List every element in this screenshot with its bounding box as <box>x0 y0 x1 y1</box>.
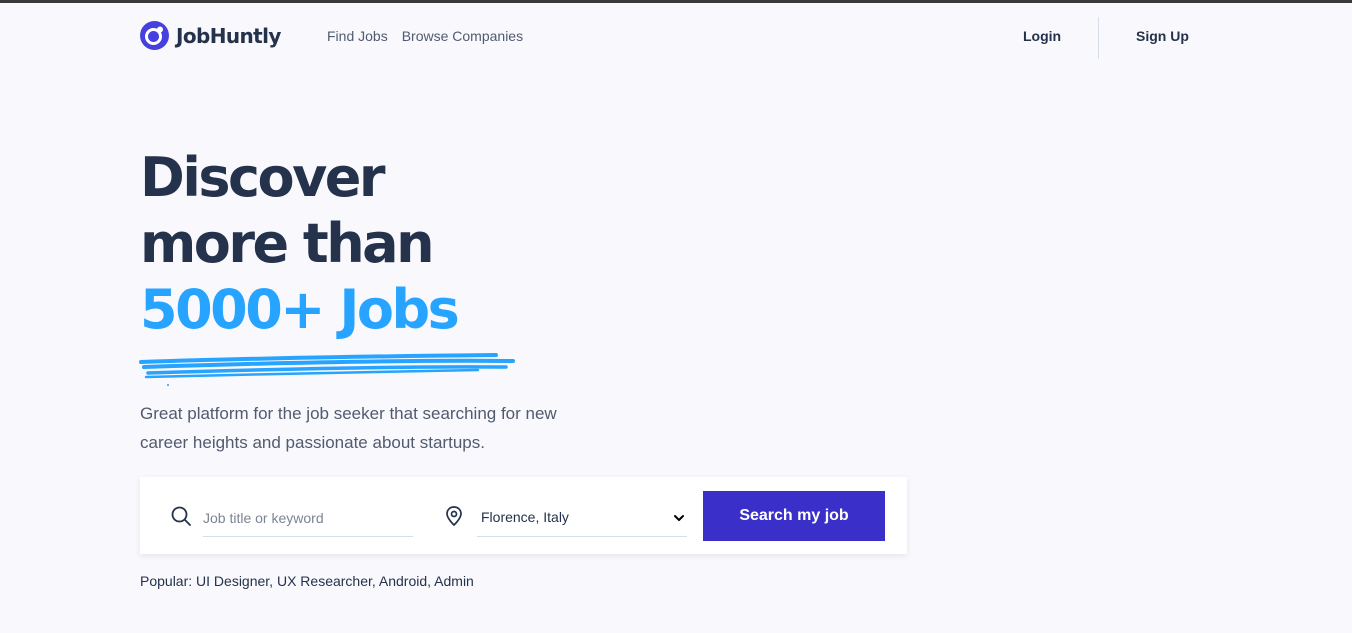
brand-name: JobHuntly <box>176 23 281 48</box>
location-select[interactable]: Florence, Italy <box>477 500 687 537</box>
brand-logo[interactable]: JobHuntly <box>140 21 281 50</box>
headline-line-2: more than <box>140 212 435 275</box>
search-jobs-button[interactable]: Search my job <box>703 491 885 541</box>
search-icon <box>171 506 191 526</box>
chevron-down-icon <box>674 515 684 521</box>
job-search-box: Florence, Italy Search my job <box>140 477 907 554</box>
nav-find-jobs-link[interactable]: Find Jobs <box>327 28 388 44</box>
top-navigation: JobHuntly Find Jobs Browse Companies Log… <box>140 3 1190 73</box>
login-button[interactable]: Login <box>1023 28 1061 44</box>
job-keyword-input[interactable] <box>203 500 413 537</box>
hero-headline: Discover more than 5000+ Jobs <box>140 145 460 343</box>
hero-section: Discover more than 5000+ Jobs <box>140 145 460 343</box>
signup-button[interactable]: Sign Up <box>1136 28 1189 44</box>
hero-subtitle: Great platform for the job seeker that s… <box>140 404 557 452</box>
logo-icon <box>140 21 169 50</box>
headline-line-1: Discover <box>140 146 386 209</box>
popular-searches: Popular: UI Designer, UX Researcher, And… <box>140 573 474 589</box>
nav-divider <box>1098 17 1099 59</box>
nav-links: Find Jobs Browse Companies <box>327 28 523 44</box>
headline-underline-scribble <box>139 353 515 386</box>
location-selected-value: Florence, Italy <box>481 509 569 525</box>
headline-highlight: 5000+ Jobs <box>140 278 460 341</box>
location-pin-icon <box>446 506 462 527</box>
nav-browse-companies-link[interactable]: Browse Companies <box>402 28 523 44</box>
